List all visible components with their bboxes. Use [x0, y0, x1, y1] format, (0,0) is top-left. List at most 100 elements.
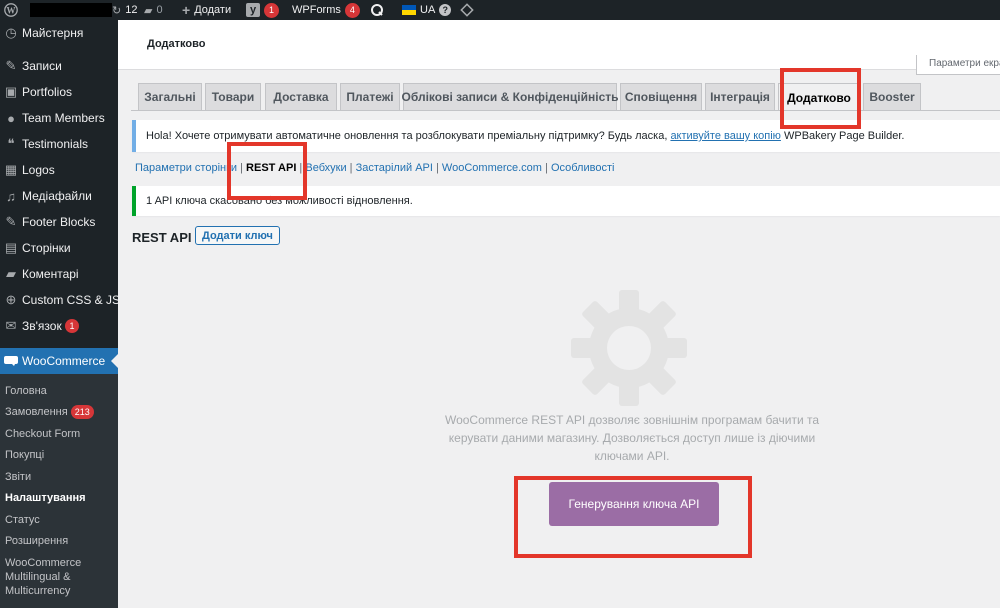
- tab-booster[interactable]: Booster: [863, 83, 921, 110]
- mail-icon: ✉: [5, 318, 17, 333]
- tab-general[interactable]: Загальні: [138, 83, 202, 110]
- update-notice-text: Hola! Хочете отримувати автоматичне онов…: [146, 130, 671, 142]
- language-switcher[interactable]: UA ?: [402, 0, 452, 20]
- yoast-badge: 1: [264, 2, 279, 18]
- menu-label: Footer Blocks: [22, 215, 96, 229]
- menu-label: Коментарі: [22, 267, 79, 281]
- menu-team-members[interactable]: ● Team Members: [0, 105, 118, 131]
- media-icon: ♫: [6, 188, 16, 204]
- pages-icon: ▤: [4, 240, 18, 255]
- updates-link[interactable]: ↻ 12: [112, 0, 137, 20]
- tab-payments[interactable]: Платежі: [340, 83, 400, 110]
- tab-accounts-privacy[interactable]: Облікові записи & Конфіденційність: [402, 83, 619, 110]
- success-notice-text: 1 API ключа скасовано без можливості від…: [146, 195, 413, 207]
- subsection-woocommerce-com[interactable]: WooCommerce.com: [442, 162, 542, 174]
- generate-api-key-button[interactable]: Генерування ключа API: [549, 482, 719, 526]
- menu-media[interactable]: ♫ Медіафайли: [0, 183, 118, 209]
- tab-shipping[interactable]: Доставка: [265, 83, 337, 110]
- wordpress-logo-icon[interactable]: W: [4, 0, 18, 20]
- submenu-extensions[interactable]: Розширення: [5, 534, 115, 548]
- submenu-reports[interactable]: Звіти: [5, 470, 115, 484]
- menu-label: Custom CSS & JS: [22, 293, 121, 307]
- admin-bar: W ↻ 12 ▰ 0 + Додати y 1 WPForms 4 UA ?: [0, 0, 1000, 20]
- menu-label: Записи: [22, 59, 62, 73]
- tab-integration[interactable]: Інтеграція: [705, 83, 775, 110]
- menu-label: Сторінки: [22, 241, 71, 255]
- plus-circle-icon: ⊕: [5, 292, 17, 307]
- success-notice: 1 API ключа скасовано без можливості від…: [132, 186, 1000, 216]
- submenu-status[interactable]: Статус: [5, 513, 115, 527]
- menu-footer-blocks[interactable]: ✎ Footer Blocks: [0, 209, 118, 235]
- submenu-home[interactable]: Головна: [5, 384, 115, 398]
- menu-pages[interactable]: ▤ Сторінки: [0, 235, 118, 261]
- submenu-settings[interactable]: Налаштування: [5, 491, 115, 505]
- tab-advanced[interactable]: Додатково: [778, 83, 860, 111]
- menu-posts[interactable]: ✎ Записи: [0, 53, 118, 79]
- rest-api-heading: REST API: [132, 230, 192, 245]
- submenu-orders[interactable]: Замовлення 213: [5, 405, 115, 419]
- updates-count: 12: [125, 4, 138, 16]
- wpforms-link[interactable]: WPForms 4: [292, 0, 360, 20]
- subsection-legacy-api[interactable]: Застарілий API: [356, 162, 433, 174]
- menu-label: Майстерня: [22, 26, 84, 40]
- redacted-site-name: [30, 3, 112, 17]
- plugin-q-icon[interactable]: [370, 0, 384, 20]
- comment-icon: ▰: [6, 266, 16, 281]
- activate-copy-link[interactable]: активуйте вашу копію: [670, 130, 781, 142]
- pin-icon: ✎: [5, 214, 17, 229]
- user-icon: ●: [7, 110, 15, 126]
- current-menu-arrow: [111, 354, 118, 368]
- tab-products[interactable]: Товари: [205, 83, 261, 110]
- menu-comments[interactable]: ▰ Коментарі: [0, 261, 118, 287]
- svg-text:W: W: [7, 6, 16, 16]
- screen-options-button[interactable]: Параметри екрану: [916, 55, 1000, 75]
- menu-label: Logos: [22, 163, 55, 177]
- subsection-rest-api[interactable]: REST API: [246, 162, 296, 174]
- yoast-link[interactable]: y 1: [246, 0, 279, 20]
- menu-custom-css-js[interactable]: ⊕ Custom CSS & JS: [0, 287, 121, 313]
- diamond-icon[interactable]: [460, 0, 474, 20]
- gear-icon: [571, 290, 687, 406]
- update-notice: Hola! Хочете отримувати автоматичне онов…: [132, 120, 1000, 152]
- grid-icon: ▦: [4, 162, 18, 177]
- ukraine-flag-icon: [402, 5, 416, 15]
- menu-testimonials[interactable]: ❝ Testimonials: [0, 131, 118, 157]
- yoast-icon: y: [246, 3, 260, 17]
- menu-dashboard[interactable]: ◷ Майстерня: [0, 20, 118, 46]
- orders-badge: 213: [70, 405, 94, 419]
- rest-api-description: WooCommerce REST API дозволяє зовнішнім …: [444, 413, 820, 463]
- menu-label: Portfolios: [22, 85, 73, 99]
- wpforms-badge: 4: [344, 2, 360, 18]
- subsection-page-setup[interactable]: Параметри сторінки: [135, 162, 237, 174]
- submenu-checkout-form[interactable]: Checkout Form: [5, 427, 115, 441]
- comment-bubble-icon: ▰: [144, 4, 153, 17]
- menu-contact[interactable]: ✉ Зв'язок 1: [0, 313, 118, 339]
- woo-icon: [0, 354, 22, 369]
- comments-count: 0: [156, 4, 163, 16]
- menu-portfolios[interactable]: ▣ Portfolios: [0, 79, 118, 105]
- tab-emails[interactable]: Сповіщення: [620, 83, 702, 110]
- quote-icon: ❝: [7, 136, 15, 151]
- updates-icon: ↻: [112, 4, 122, 17]
- wpforms-label: WPForms: [292, 4, 341, 16]
- dashboard-icon: ◷: [5, 25, 17, 40]
- menu-logos[interactable]: ▦ Logos: [0, 157, 118, 183]
- add-key-button[interactable]: Додати ключ: [195, 226, 280, 245]
- update-notice-suffix: WPBakery Page Builder.: [780, 130, 905, 142]
- section-links: Параметри сторінки | REST API | Вебхуки …: [135, 162, 615, 174]
- subsection-features[interactable]: Особливості: [551, 162, 615, 174]
- page-title: Додатково: [147, 38, 206, 50]
- menu-label: WooCommerce: [22, 354, 106, 368]
- subsection-webhooks[interactable]: Вебхуки: [305, 162, 346, 174]
- submenu-wcml[interactable]: WooCommerce Multilingual & Multicurrency: [5, 556, 97, 598]
- menu-woocommerce[interactable]: WooCommerce: [0, 348, 118, 374]
- submenu-customers[interactable]: Покупці: [5, 448, 115, 462]
- new-content-link[interactable]: + Додати: [182, 0, 231, 20]
- woocommerce-submenu: Головна Замовлення 213 Checkout Form Пок…: [0, 374, 118, 608]
- page-header: Додатково: [118, 20, 1000, 70]
- pin-icon: ✎: [5, 58, 17, 73]
- menu-label: Зв'язок: [22, 319, 62, 333]
- help-circle-icon: ?: [439, 4, 452, 16]
- image-icon: ▣: [4, 84, 18, 99]
- comments-link[interactable]: ▰ 0: [144, 0, 163, 20]
